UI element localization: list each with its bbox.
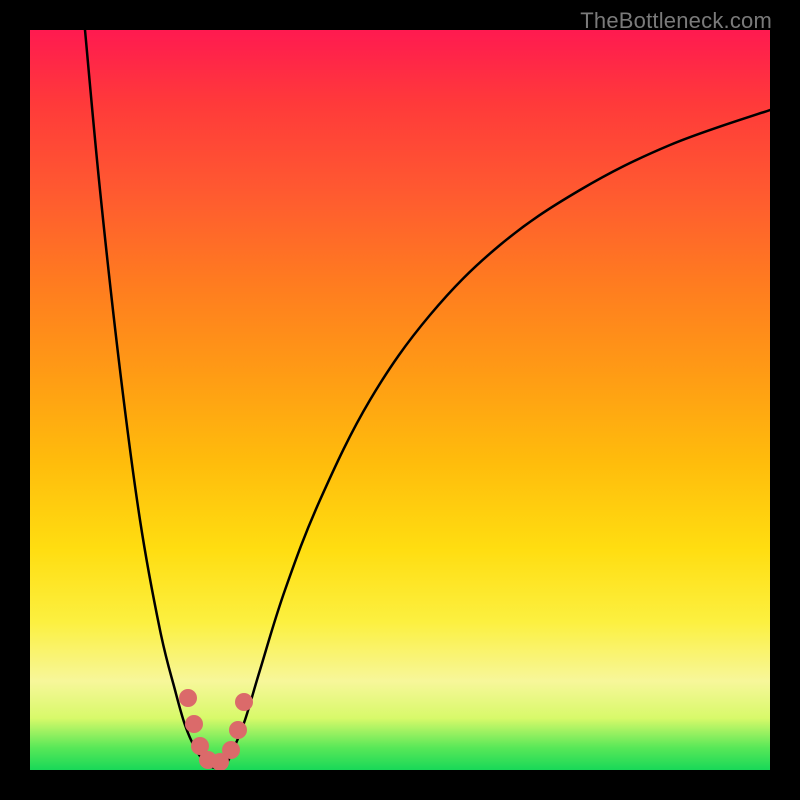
plot-area — [30, 30, 770, 770]
chart-svg — [30, 30, 770, 770]
chart-frame: TheBottleneck.com — [0, 0, 800, 800]
marker-dot — [222, 741, 240, 759]
marker-dot — [229, 721, 247, 739]
marker-dot — [235, 693, 253, 711]
marker-dot — [179, 689, 197, 707]
marker-dot — [185, 715, 203, 733]
markers-group — [179, 689, 253, 770]
curve-path — [85, 30, 770, 768]
